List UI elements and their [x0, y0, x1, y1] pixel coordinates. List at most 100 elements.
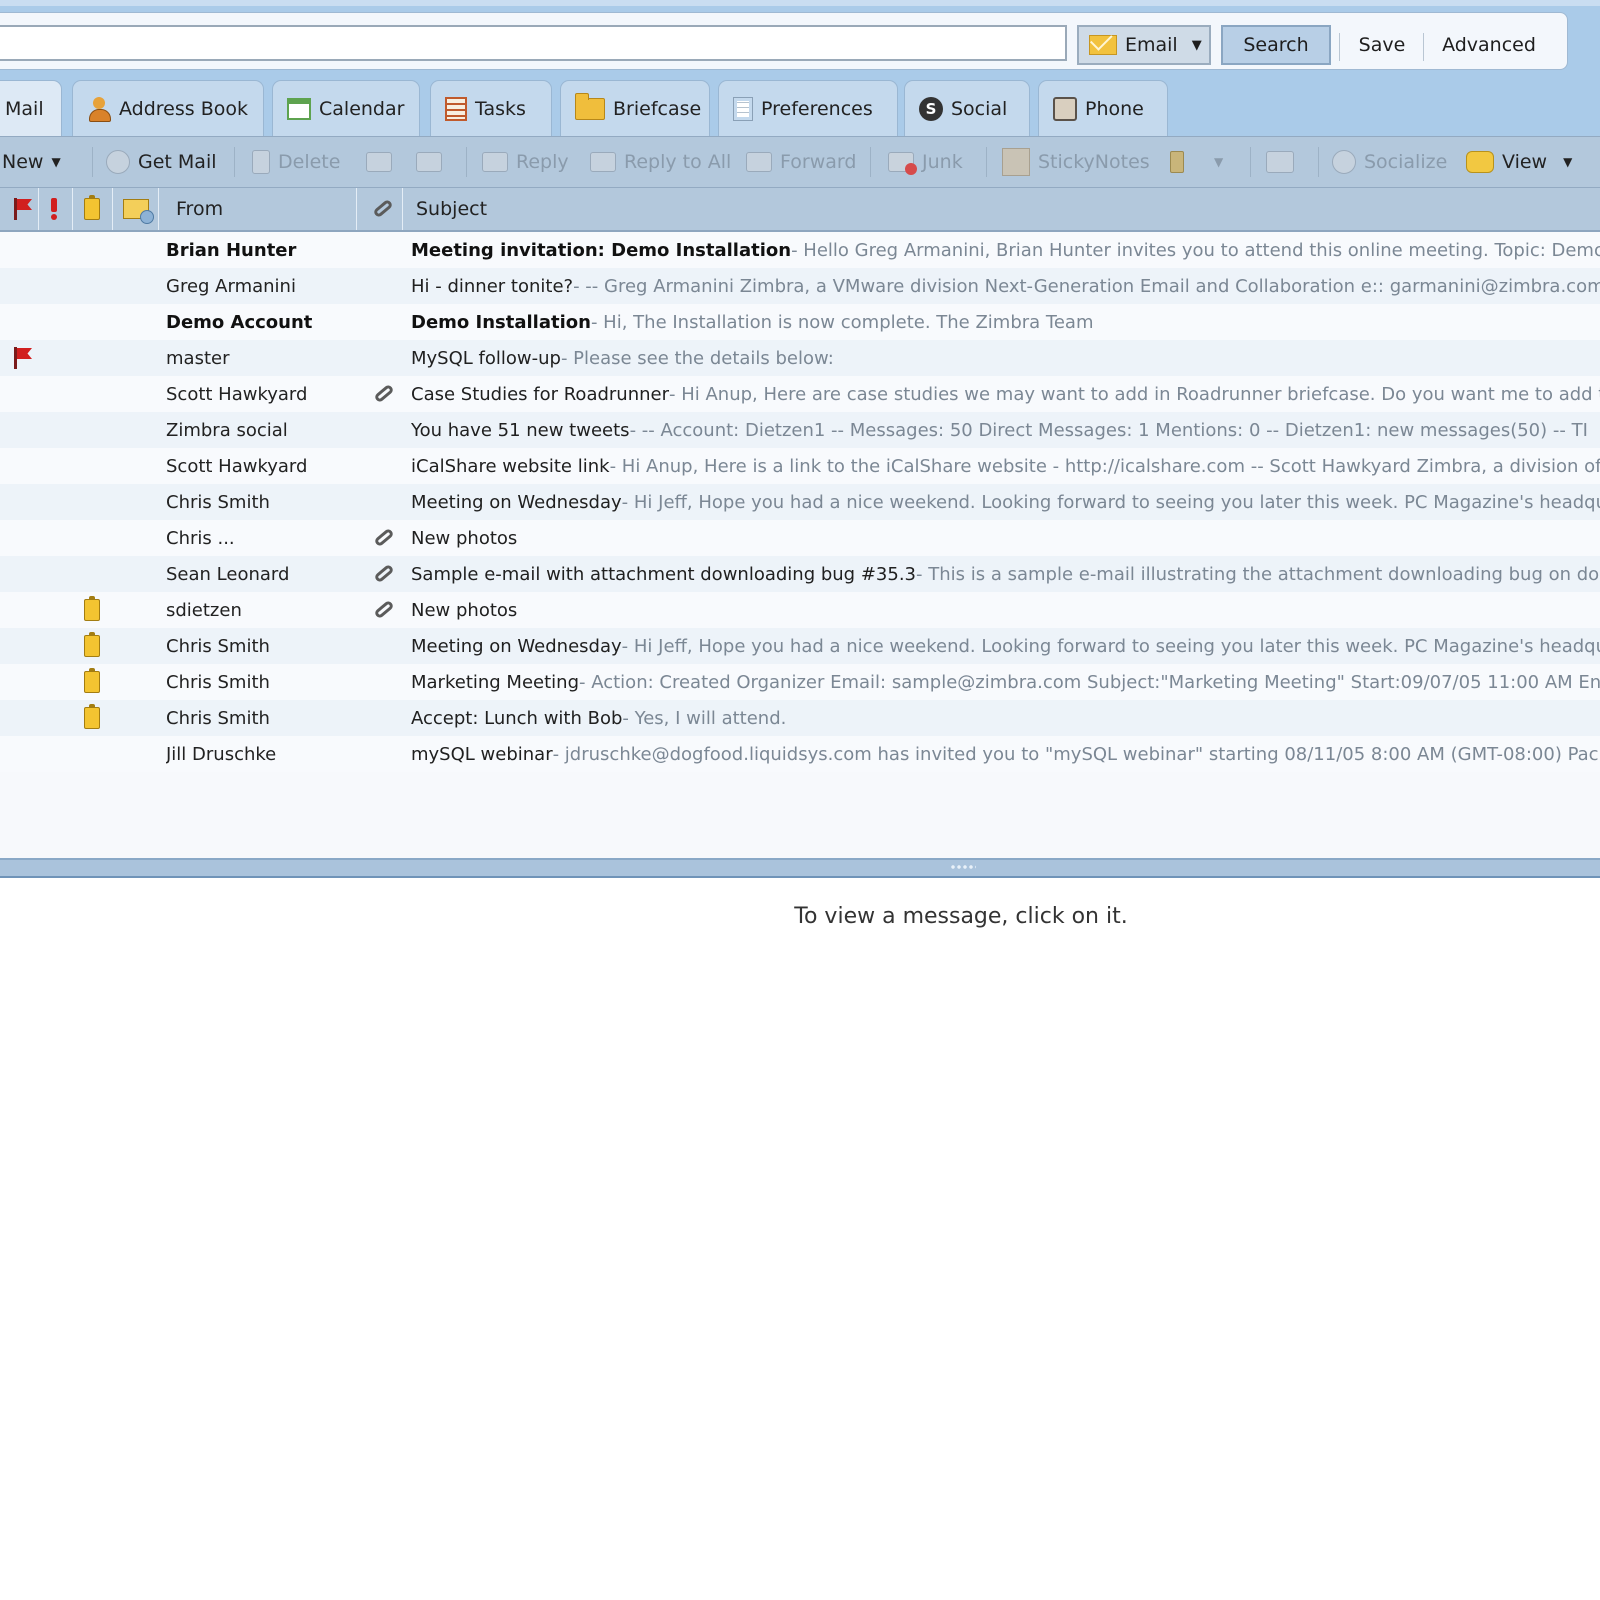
- tag-dropdown-button[interactable]: ▼: [1214, 137, 1223, 187]
- message-subject: Case Studies for Roadrunner: [411, 383, 670, 405]
- priority-column-header[interactable]: [42, 188, 66, 230]
- tag-cell[interactable]: [80, 592, 104, 628]
- message-row[interactable]: Jill Druschke mySQL webinar - jdruschke@d…: [0, 736, 1600, 772]
- reply-button[interactable]: Reply: [482, 137, 569, 187]
- flag-cell[interactable]: [8, 340, 36, 376]
- app-tab-bar: Mail Address Book Calendar Tasks Briefca…: [0, 78, 1600, 136]
- paperclip-icon: [370, 563, 394, 585]
- paperclip-icon: [370, 383, 394, 405]
- attachment-column-header[interactable]: [366, 188, 396, 230]
- search-type-button[interactable]: Email ▼: [1077, 25, 1211, 65]
- sticky-note-icon: [1002, 148, 1030, 176]
- status-column-header[interactable]: [118, 188, 154, 230]
- reply-all-button[interactable]: Reply to All: [590, 137, 731, 187]
- get-mail-button[interactable]: Get Mail: [106, 137, 217, 187]
- search-toolbar: Email ▼ Search Save Advanced: [0, 0, 1600, 78]
- message-list-header: From Subject: [0, 188, 1600, 232]
- tab-social[interactable]: S Social: [904, 80, 1030, 136]
- message-subject-cell: Meeting invitation: Demo Installation - …: [411, 232, 1600, 268]
- new-button[interactable]: New ▼: [2, 137, 61, 187]
- tag-cell[interactable]: [80, 628, 104, 664]
- tab-address-book-label: Address Book: [119, 97, 248, 120]
- socialize-button[interactable]: Socialize: [1332, 137, 1447, 187]
- address-book-icon: [87, 96, 111, 122]
- message-fragment: - -- Account: Dietzen1 -- Messages: 50 D…: [629, 419, 1588, 441]
- reply-all-label: Reply to All: [624, 151, 732, 173]
- message-from: Chris Smith: [166, 635, 270, 657]
- message-row[interactable]: Zimbra social You have 51 new tweets - --…: [0, 412, 1600, 448]
- toolbar-divider: [466, 147, 467, 177]
- tab-briefcase-label: Briefcase: [613, 97, 702, 120]
- search-button[interactable]: Search: [1221, 25, 1331, 65]
- forward-button[interactable]: Forward: [746, 137, 856, 187]
- message-row[interactable]: Scott Hawkyard iCalShare website link - H…: [0, 448, 1600, 484]
- tab-phone[interactable]: Phone: [1038, 80, 1168, 136]
- view-button[interactable]: View ▼: [1466, 137, 1572, 187]
- reply-icon: [482, 152, 508, 172]
- paperclip-icon: [370, 527, 394, 549]
- message-row[interactable]: Greg Armanini Hi - dinner tonite? - -- Gr…: [0, 268, 1600, 304]
- tab-calendar-label: Calendar: [319, 97, 405, 120]
- message-subject-cell: Meeting on Wednesday - Hi Jeff, Hope you…: [411, 628, 1600, 664]
- subject-column-header[interactable]: Subject: [416, 188, 716, 230]
- message-row[interactable]: Chris Smith Marketing Meeting - Action: C…: [0, 664, 1600, 700]
- tag-cell[interactable]: [80, 664, 104, 700]
- tag-icon: [1170, 151, 1184, 173]
- sticky-notes-button[interactable]: StickyNotes: [1002, 137, 1150, 187]
- message-from: Sean Leonard: [166, 563, 290, 585]
- flag-column-header[interactable]: [8, 188, 36, 230]
- trash-icon: [252, 150, 270, 174]
- message-from: Scott Hawkyard: [166, 383, 308, 405]
- message-subject: Meeting on Wednesday: [411, 491, 622, 513]
- message-row[interactable]: Chris Smith Meeting on Wednesday - Hi Jef…: [0, 484, 1600, 520]
- pane-splitter[interactable]: [0, 858, 1600, 878]
- tag-column-header[interactable]: [78, 188, 106, 230]
- message-row[interactable]: Chris Smith Accept: Lunch with Bob - Yes,…: [0, 700, 1600, 736]
- tab-mail[interactable]: Mail: [0, 80, 62, 136]
- message-fragment: - Hi Anup, Here are case studies we may …: [669, 383, 1600, 405]
- move-button[interactable]: [366, 137, 392, 187]
- tag-icon: [84, 668, 100, 693]
- print-button[interactable]: [416, 137, 442, 187]
- calendar-icon: [287, 97, 311, 120]
- dropdown-arrow-icon: ▼: [51, 155, 61, 169]
- drag-handle-icon: [950, 864, 976, 870]
- delete-button[interactable]: Delete: [252, 137, 340, 187]
- message-subject: New photos: [411, 599, 518, 621]
- junk-button[interactable]: Junk: [888, 137, 963, 187]
- dropdown-arrow-icon: ▼: [1191, 37, 1202, 53]
- reading-pane: To view a message, click on it.: [0, 878, 1600, 1600]
- tag-icon: [84, 195, 100, 220]
- read-status-icon: [123, 199, 154, 224]
- message-subject: You have 51 new tweets: [411, 419, 630, 441]
- tab-calendar[interactable]: Calendar: [272, 80, 420, 136]
- speech-bubble-icon: [1466, 151, 1494, 173]
- tag-button[interactable]: [1170, 137, 1184, 187]
- message-row[interactable]: Scott Hawkyard Case Studies for Roadrunne…: [0, 376, 1600, 412]
- tab-tasks[interactable]: Tasks: [430, 80, 552, 136]
- view-label: View: [1502, 151, 1548, 173]
- tasks-icon: [445, 96, 467, 121]
- message-row[interactable]: Chris Smith Meeting on Wednesday - Hi Jef…: [0, 628, 1600, 664]
- tab-address-book[interactable]: Address Book: [72, 80, 264, 136]
- advanced-search-button[interactable]: Advanced: [1433, 25, 1545, 65]
- tab-briefcase[interactable]: Briefcase: [560, 80, 710, 136]
- tab-preferences[interactable]: Preferences: [718, 80, 898, 136]
- message-row[interactable]: Chris ... New photos: [0, 520, 1600, 556]
- message-subject-cell: Hi - dinner tonite? - -- Greg Armanini Z…: [411, 268, 1600, 304]
- message-row[interactable]: sdietzen New photos: [0, 592, 1600, 628]
- archive-button[interactable]: [1266, 137, 1294, 187]
- message-fragment: - Hi Jeff, Hope you had a nice weekend. …: [621, 491, 1600, 513]
- message-subject-cell: New photos: [411, 520, 1600, 556]
- paperclip-icon: [370, 599, 394, 621]
- message-row[interactable]: Demo Account Demo Installation - Hi, The …: [0, 304, 1600, 340]
- message-row[interactable]: master MySQL follow-up - Please see the d…: [0, 340, 1600, 376]
- attachment-cell: [368, 376, 396, 412]
- message-row[interactable]: Sean Leonard Sample e-mail with attachmen…: [0, 556, 1600, 592]
- search-input[interactable]: [0, 25, 1067, 61]
- from-column-header[interactable]: From: [176, 188, 346, 230]
- save-search-button[interactable]: Save: [1349, 25, 1415, 65]
- message-row[interactable]: Brian Hunter Meeting invitation: Demo Ins…: [0, 232, 1600, 270]
- message-list: Brian Hunter Meeting invitation: Demo Ins…: [0, 232, 1600, 858]
- tag-cell[interactable]: [80, 700, 104, 736]
